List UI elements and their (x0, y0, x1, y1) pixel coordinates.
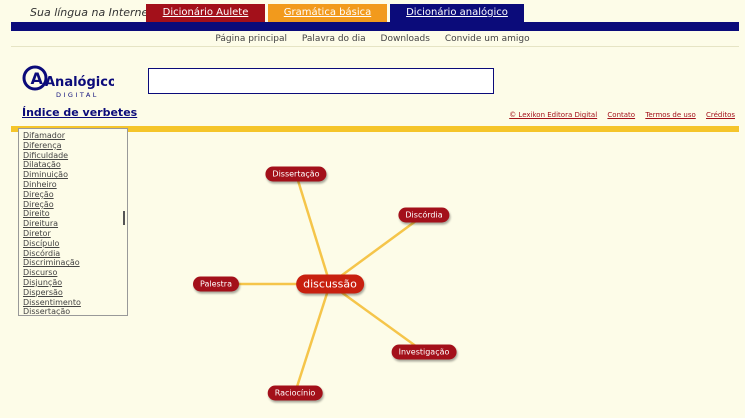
scrollbar-thumb[interactable] (123, 211, 125, 225)
verb-list-item[interactable]: Dilatação (23, 160, 127, 170)
link-copyright[interactable]: © Lexikon Editora Digital (509, 111, 597, 119)
node-investigacao[interactable]: Investigação (391, 344, 457, 360)
verb-list-item[interactable]: Discriminação (23, 258, 127, 268)
tab-dicionario-aulete[interactable]: Dicionário Aulete (146, 4, 265, 23)
verb-list-item[interactable]: Disjunção (23, 278, 127, 288)
verb-list-item[interactable]: Diretor (23, 229, 127, 239)
search-input[interactable] (148, 68, 494, 94)
edge-raciocinio (293, 283, 332, 394)
link-termos[interactable]: Termos de uso (645, 111, 695, 119)
verb-list-item[interactable]: Direitura (23, 219, 127, 229)
link-contato[interactable]: Contato (607, 111, 635, 119)
nav-bar (11, 22, 739, 31)
link-creditos[interactable]: Créditos (706, 111, 735, 119)
verb-index-list[interactable]: Difamador Diferença Dificuldade Dilatação Di… (18, 128, 128, 316)
logo-word: Analógico (45, 75, 114, 90)
verb-list-item[interactable]: Difamador (23, 131, 127, 141)
node-discordia[interactable]: Discórdia (398, 207, 450, 223)
verb-list-item[interactable]: Direção (23, 200, 127, 210)
site-tagline: Sua língua na Internet (30, 6, 153, 19)
footer-links: © Lexikon Editora Digital Contato Termos… (501, 111, 735, 119)
verb-list-item[interactable]: Dissentimento (23, 298, 127, 308)
logo-subword: DIGITAL (56, 91, 99, 99)
link-pagina-principal[interactable]: Página principal (215, 34, 287, 44)
verb-list-item[interactable]: Dificuldade (23, 151, 127, 161)
node-dissertacao[interactable]: Dissertação (265, 166, 327, 182)
verb-list-item[interactable]: Discórdia (23, 249, 127, 259)
logo-letter: A (31, 69, 44, 88)
node-palestra[interactable]: Palestra (192, 276, 240, 292)
tab-gramatica-basica[interactable]: Gramática básica (268, 4, 387, 23)
link-downloads[interactable]: Downloads (381, 34, 430, 44)
link-palavra-do-dia[interactable]: Palavra do dia (302, 34, 366, 44)
verb-list-item[interactable]: Discípulo (23, 239, 127, 249)
verb-list-item[interactable]: Dinheiro (23, 180, 127, 190)
node-raciocinio[interactable]: Raciocínio (267, 385, 323, 401)
verb-list-item[interactable]: Dispersão (23, 288, 127, 298)
node-center-discussao[interactable]: discussão (296, 274, 364, 294)
verb-list-item[interactable]: Dissertação (23, 307, 127, 315)
analogico-logo[interactable]: A Analógico DIGITAL (22, 62, 114, 100)
verb-list-item[interactable]: Direção (23, 190, 127, 200)
link-convide-amigo[interactable]: Convide um amigo (445, 34, 530, 44)
verb-list-item[interactable]: Diferença (23, 141, 127, 151)
edge-investigacao (329, 282, 425, 354)
verb-list-item[interactable]: Direito (23, 209, 127, 219)
sub-navigation: Página principal Palavra do dia Download… (0, 34, 745, 44)
verb-list-item[interactable]: Discurso (23, 268, 127, 278)
verb-list-item[interactable]: Diminuição (23, 170, 127, 180)
index-title[interactable]: Índice de verbetes (22, 106, 137, 119)
divider (11, 46, 739, 47)
edge-dissertacao (294, 173, 332, 285)
